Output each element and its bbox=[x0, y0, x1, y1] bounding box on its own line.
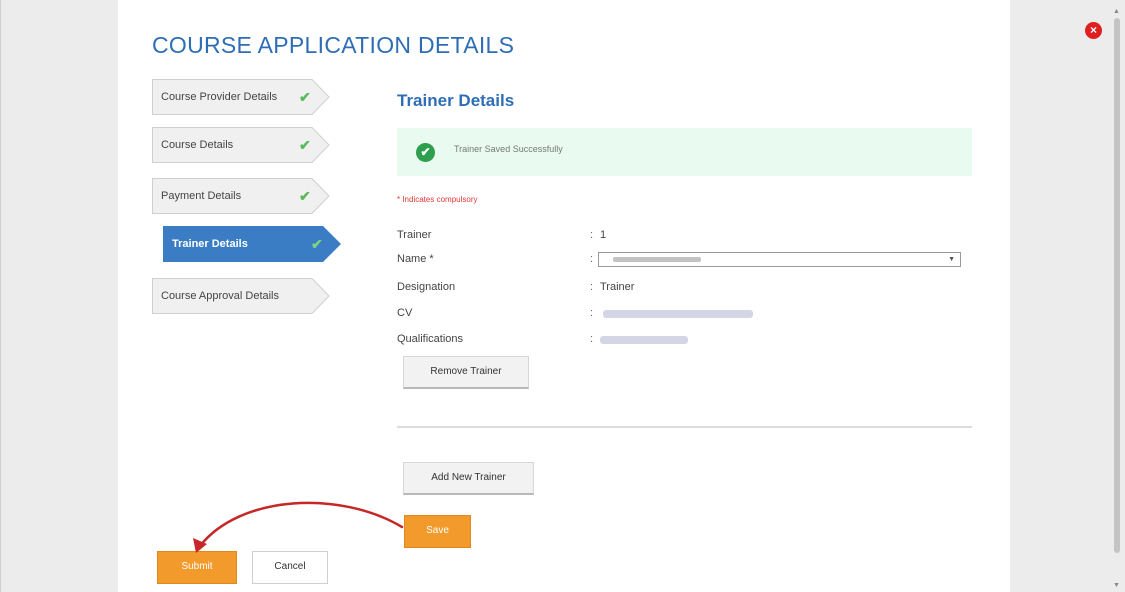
step-label: Course Provider Details bbox=[161, 91, 278, 103]
check-icon: ✔ bbox=[311, 236, 323, 252]
designation-value: Trainer bbox=[600, 281, 635, 293]
step-course-provider-details[interactable]: Course Provider Details ✔ bbox=[152, 79, 332, 115]
step-label: Payment Details bbox=[161, 190, 242, 202]
scroll-thumb[interactable] bbox=[1114, 18, 1120, 553]
cv-value[interactable] bbox=[603, 310, 753, 318]
check-icon: ✔ bbox=[299, 89, 311, 105]
colon: : bbox=[590, 333, 594, 345]
cv-label: CV bbox=[397, 307, 413, 319]
remove-trainer-label: Remove Trainer bbox=[430, 366, 502, 377]
check-icon: ✔ bbox=[299, 188, 311, 204]
required-note: * Indicates compulsory bbox=[397, 195, 478, 204]
section-title: Trainer Details bbox=[397, 91, 515, 110]
step-course-details[interactable]: Course Details ✔ bbox=[152, 127, 332, 163]
name-label: Name * bbox=[397, 253, 434, 265]
submit-button[interactable]: Submit bbox=[157, 551, 237, 584]
close-icon[interactable]: × bbox=[1085, 22, 1102, 39]
add-new-trainer-label: Add New Trainer bbox=[431, 472, 506, 483]
cancel-label: Cancel bbox=[274, 561, 306, 572]
remove-trainer-button[interactable]: Remove Trainer bbox=[403, 356, 529, 389]
scroll-up-icon[interactable]: ▲ bbox=[1113, 8, 1120, 16]
qualifications-label: Qualifications bbox=[397, 333, 464, 345]
success-message: Trainer Saved Successfully bbox=[454, 144, 563, 154]
add-new-trainer-button[interactable]: Add New Trainer bbox=[403, 462, 534, 495]
name-select-value bbox=[613, 257, 701, 262]
colon: : bbox=[590, 307, 594, 319]
save-label: Save bbox=[426, 525, 449, 536]
divider bbox=[397, 426, 972, 428]
qualifications-value[interactable] bbox=[600, 336, 688, 344]
designation-label: Designation bbox=[397, 281, 456, 293]
step-label: Course Details bbox=[161, 139, 234, 151]
left-gutter bbox=[0, 0, 118, 592]
name-select[interactable]: ▼ bbox=[598, 252, 961, 267]
submit-label: Submit bbox=[181, 561, 213, 572]
success-check-icon: ✔ bbox=[416, 143, 435, 162]
trainer-label: Trainer bbox=[397, 229, 432, 241]
trainer-number: 1 bbox=[600, 229, 607, 241]
colon: : bbox=[590, 253, 594, 265]
save-button[interactable]: Save bbox=[404, 515, 471, 548]
colon: : bbox=[590, 229, 594, 241]
cancel-button[interactable]: Cancel bbox=[252, 551, 328, 584]
scroll-down-icon[interactable]: ▼ bbox=[1113, 582, 1120, 590]
step-label: Course Approval Details bbox=[161, 290, 280, 302]
chevron-down-icon[interactable]: ▼ bbox=[948, 253, 955, 266]
check-icon: ✔ bbox=[299, 137, 311, 153]
step-course-approval-details[interactable]: Course Approval Details bbox=[152, 278, 332, 314]
page-title: COURSE APPLICATION DETAILS bbox=[152, 32, 515, 58]
right-gutter bbox=[1010, 0, 1125, 592]
step-label: Trainer Details bbox=[172, 238, 248, 250]
vertical-scrollbar[interactable]: ▲ ▼ bbox=[1111, 8, 1123, 590]
colon: : bbox=[590, 281, 594, 293]
step-trainer-details[interactable]: Trainer Details ✔ bbox=[163, 226, 343, 262]
step-payment-details[interactable]: Payment Details ✔ bbox=[152, 178, 332, 214]
success-alert: ✔ Trainer Saved Successfully bbox=[397, 128, 972, 176]
